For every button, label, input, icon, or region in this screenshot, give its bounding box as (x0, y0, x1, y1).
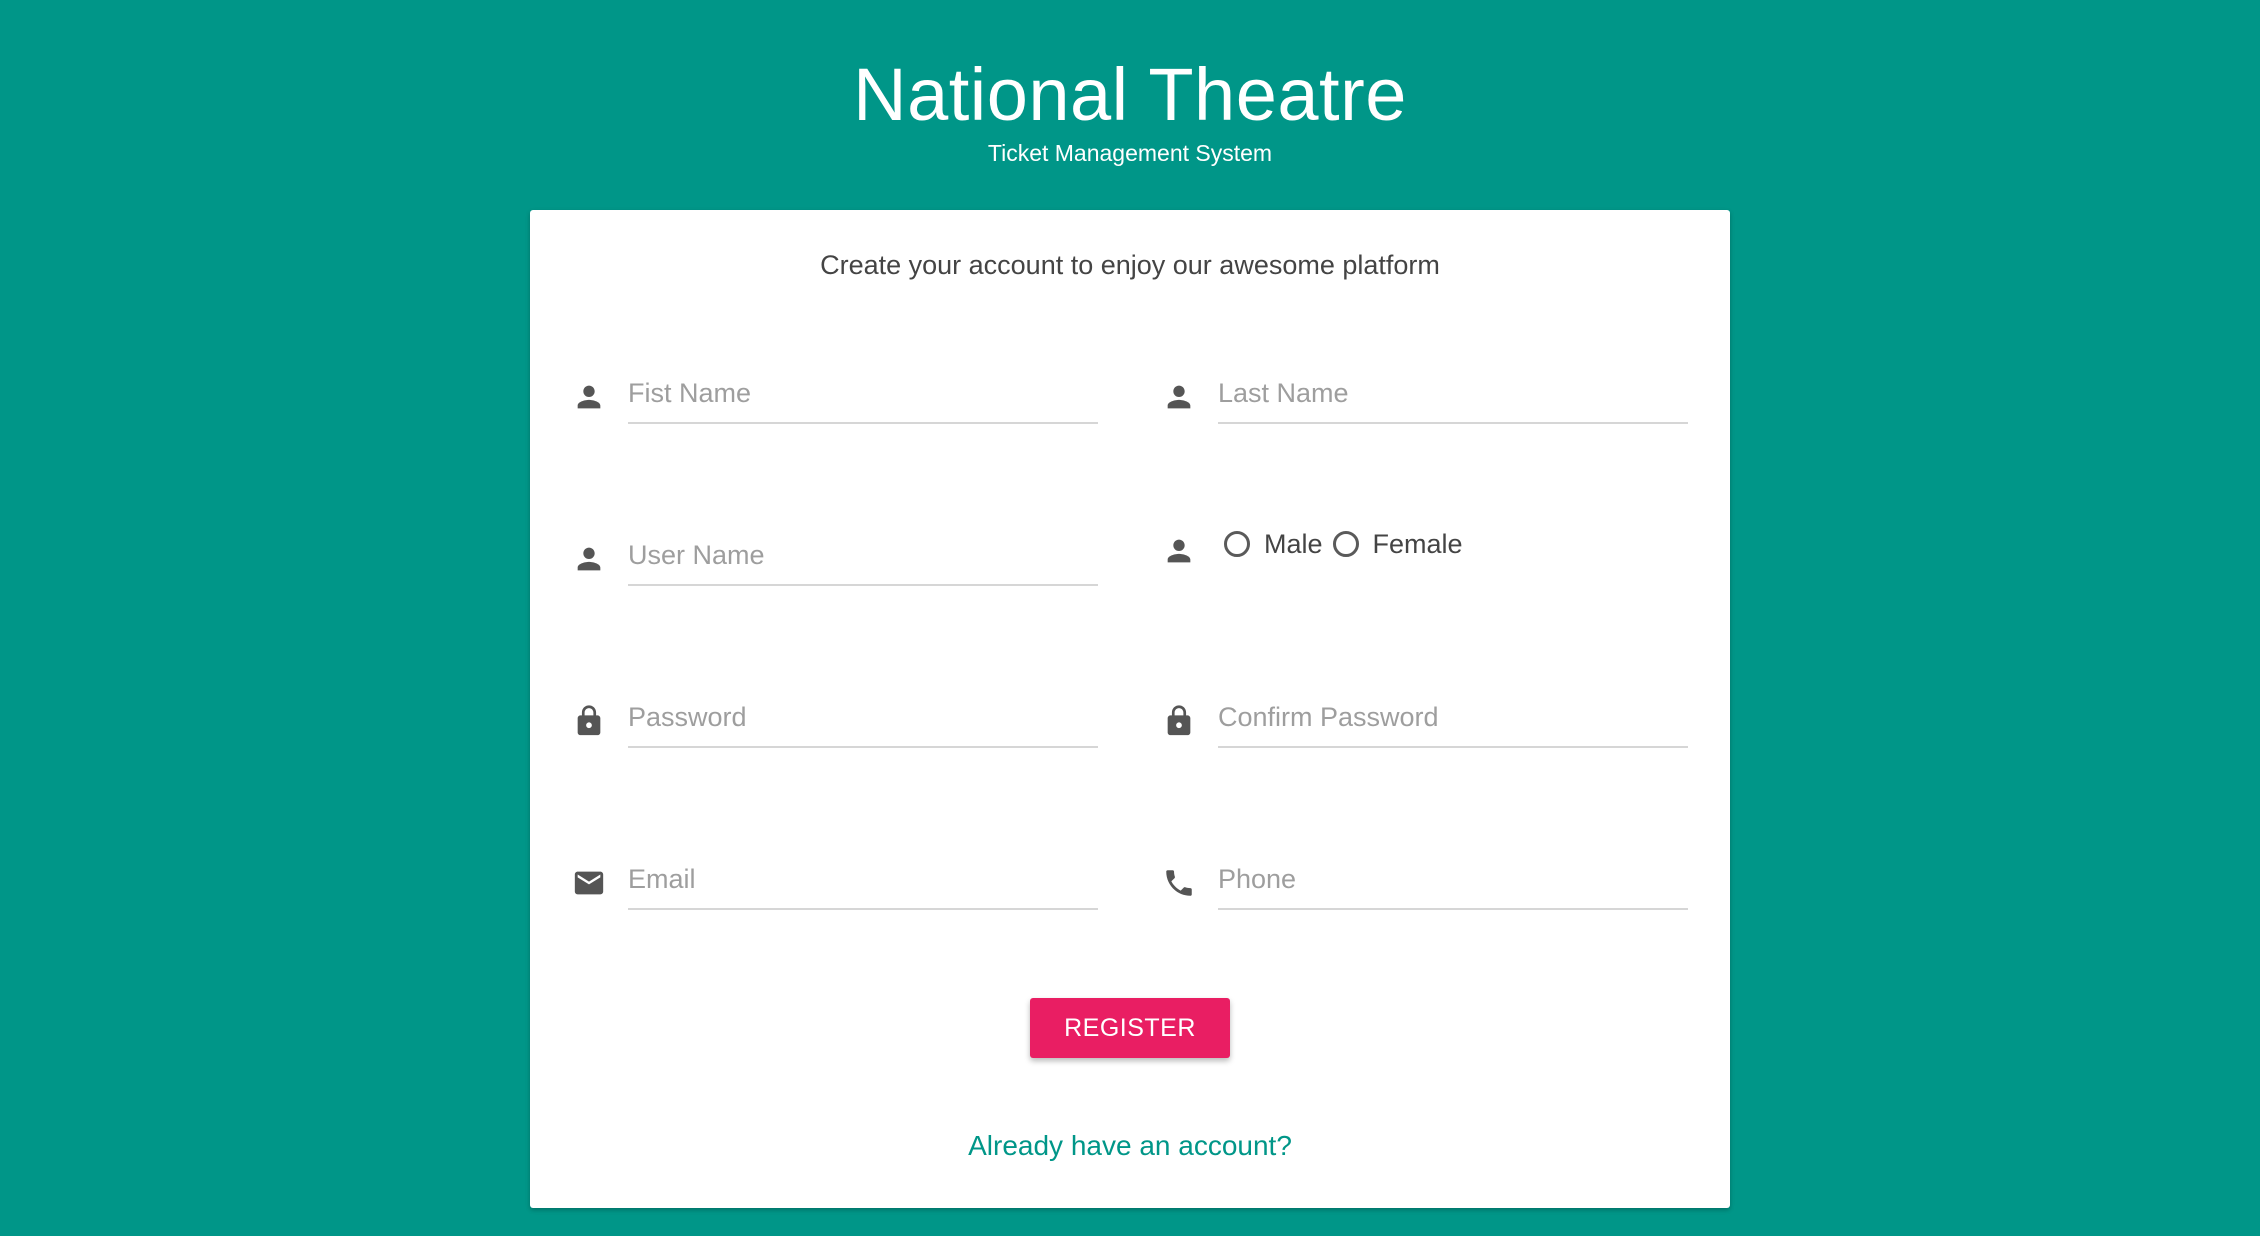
gender-female-radio[interactable]: Female (1332, 528, 1463, 560)
mail-icon (572, 866, 606, 900)
phone-input[interactable] (1218, 850, 1688, 910)
page-header: National Theatre Ticket Management Syste… (0, 52, 2260, 168)
person-icon (572, 542, 606, 576)
confirm-password-input[interactable] (1218, 688, 1688, 748)
register-button[interactable]: REGISTER (1030, 998, 1230, 1058)
last-name-input[interactable] (1218, 364, 1688, 424)
user-name-input[interactable] (628, 526, 1098, 586)
radio-button-icon[interactable] (1332, 531, 1359, 557)
lock-icon (572, 704, 606, 738)
app-subtitle: Ticket Management System (987, 140, 1273, 166)
person-icon (1162, 380, 1196, 414)
form-intro: Create your account to enjoy our awesome… (820, 250, 1440, 280)
first-name-input[interactable] (628, 364, 1098, 424)
person-icon (1162, 534, 1196, 568)
phone-icon (1162, 866, 1196, 900)
gender-radio-group: Male Female (1224, 524, 1473, 564)
gender-male-label: Male (1264, 528, 1323, 559)
lock-icon (1162, 704, 1196, 738)
radio-button-icon[interactable] (1224, 531, 1250, 557)
person-icon (572, 380, 606, 414)
registration-card: Create your account to enjoy our awesome… (530, 210, 1730, 1208)
gender-female-label: Female (1372, 528, 1463, 559)
login-link[interactable]: Already have an account? (530, 1130, 1730, 1162)
gender-male-radio[interactable]: Male (1224, 529, 1323, 560)
email-input[interactable] (628, 850, 1098, 910)
app-title: National Theatre (853, 53, 1407, 136)
password-input[interactable] (628, 688, 1098, 748)
